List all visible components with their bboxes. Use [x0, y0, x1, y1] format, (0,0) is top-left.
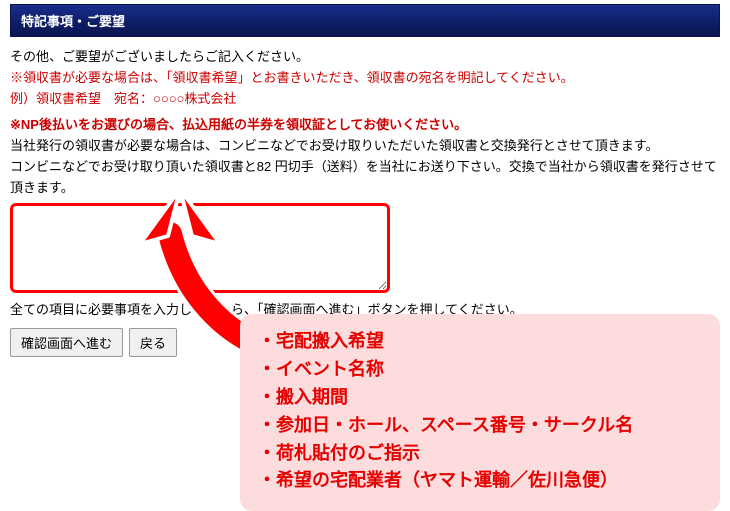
callout-item: 宅配搬入希望: [258, 328, 702, 356]
instructions-block: その他、ご要望がございましたらご記入ください。 ※領収書が必要な場合は、「領収書…: [10, 47, 720, 199]
instruction-line-exchange2: コンビニなどでお受け取り頂いた領収書と82 円切手（送料）を当社にお送り下さい。…: [10, 157, 720, 199]
section-title: 特記事項・ご要望: [21, 14, 125, 29]
confirm-button[interactable]: 確認画面へ進む: [10, 328, 123, 357]
section-header: 特記事項・ご要望: [10, 4, 720, 37]
callout-item: 搬入期間: [258, 384, 702, 412]
annotation-callout: 宅配搬入希望 イベント名称 搬入期間 参加日・ホール、スペース番号・サークル名 …: [240, 314, 720, 511]
callout-item: 参加日・ホール、スペース番号・サークル名: [258, 412, 702, 440]
instruction-line-receipt-note: ※領収書が必要な場合は、「領収書希望」とお書きいただき、領収書の宛名を明記してく…: [10, 68, 720, 89]
callout-item: イベント名称: [258, 356, 702, 384]
instruction-line-np: ※NP後払いをお選びの場合、払込用紙の半券を領収証としてお使いください。: [10, 115, 720, 136]
instruction-line-example: 例）領収書希望 宛名：○○○○株式会社: [10, 89, 720, 110]
notes-textarea[interactable]: [10, 203, 390, 293]
callout-list: 宅配搬入希望 イベント名称 搬入期間 参加日・ホール、スペース番号・サークル名 …: [258, 328, 702, 495]
instruction-line-exchange1: 当社発行の領収書が必要な場合は、コンビニなどでお受け取りいただいた領収書と交換発…: [10, 136, 720, 157]
back-button[interactable]: 戻る: [129, 328, 177, 357]
instruction-line: その他、ご要望がございましたらご記入ください。: [10, 47, 720, 68]
callout-item: 荷札貼付のご指示: [258, 440, 702, 468]
callout-item: 希望の宅配業者（ヤマト運輸／佐川急便）: [258, 467, 702, 495]
